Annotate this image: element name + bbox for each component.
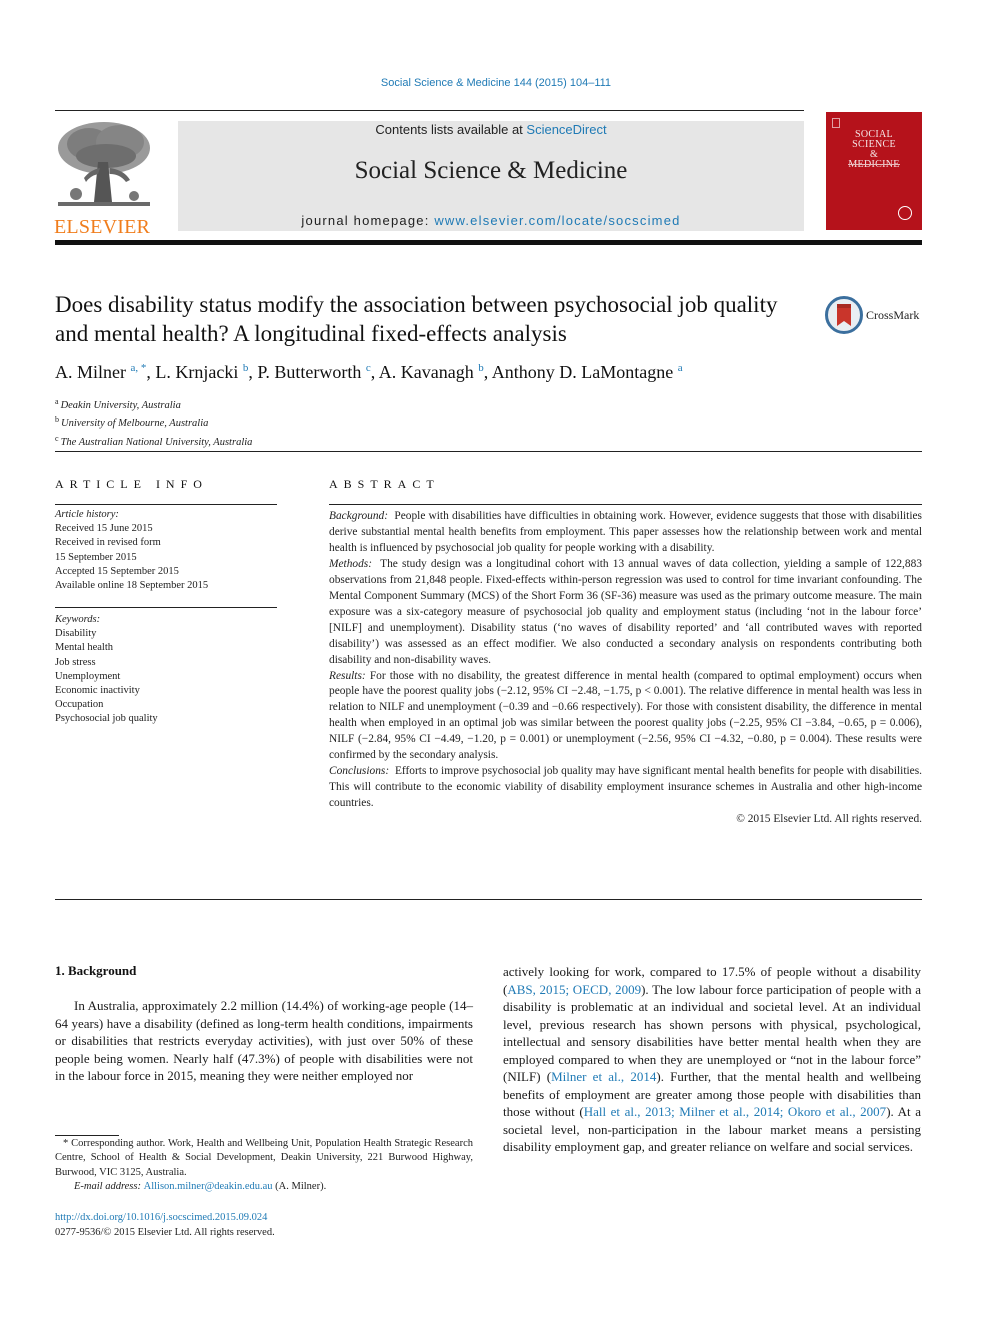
keyword: Psychosocial job quality [55, 713, 158, 725]
cover-seal-icon [898, 206, 912, 220]
article-history: Article history: Received 15 June 2015 R… [55, 508, 277, 593]
keyword: Disability [55, 628, 97, 640]
header-top-rule [55, 110, 804, 111]
abstract-copyright: © 2015 Elsevier Ltd. All rights reserved… [736, 813, 922, 826]
crossmark-label: CrossMark [866, 307, 920, 322]
doi-block: http://dx.doi.org/10.1016/j.socscimed.20… [55, 1210, 275, 1240]
affiliation: a Deakin University, Australia [55, 395, 252, 413]
email-line: E-mail address: Allison.milner@deakin.ed… [55, 1180, 473, 1194]
affiliation: b University of Melbourne, Australia [55, 413, 252, 431]
author-name[interactable]: A. Kavanagh [379, 362, 474, 382]
issn-copyright: 0277-9536/© 2015 Elsevier Ltd. All right… [55, 1227, 275, 1238]
footnote: * Corresponding author. Work, Health and… [55, 1137, 473, 1194]
abstract-results: Results: For those with no disability, t… [329, 669, 922, 765]
divider [329, 504, 922, 505]
abstract-section-text: Efforts to improve psychosocial job qual… [329, 765, 923, 810]
affiliation: c The Australian National University, Aus… [55, 432, 252, 450]
author-affil-mark[interactable]: a, * [131, 362, 147, 374]
elsevier-logo[interactable]: ELSEVIER [54, 118, 156, 238]
elsevier-tree-icon [58, 122, 150, 206]
journal-cover-thumbnail[interactable]: SOCIAL SCIENCE & MEDICINE [826, 112, 922, 230]
abstract-methods: Methods: The study design was a longitud… [329, 557, 922, 669]
abstract-section-label: Results: [329, 669, 366, 682]
journal-homepage-link[interactable]: www.elsevier.com/locate/socscimed [434, 213, 680, 228]
abstract-section-text: For those with no disability, the greate… [329, 669, 922, 762]
email-label: E-mail address: [74, 1180, 144, 1192]
affiliation-mark: a [55, 397, 59, 406]
sciencedirect-link[interactable]: ScienceDirect [526, 122, 606, 137]
citation-link[interactable]: Hall et al., 2013; Milner et al., 2014; … [584, 1104, 887, 1119]
history-label: Article history: [55, 509, 119, 520]
author-affil-mark[interactable]: a [678, 362, 683, 374]
affiliation-mark: c [55, 433, 59, 443]
journal-homepage-line: journal homepage: www.elsevier.com/locat… [178, 213, 804, 228]
keywords: Keywords: Disability Mental health Job s… [55, 613, 277, 727]
author-name[interactable]: Anthony D. LaMontagne [492, 362, 673, 382]
email-link[interactable]: Allison.milner@deakin.edu.au [144, 1181, 273, 1192]
article-info-heading: ARTICLE INFO [55, 477, 208, 491]
email-suffix: (A. Milner). [272, 1180, 327, 1192]
abstract-section-text: The study design was a longitudinal coho… [329, 557, 922, 666]
corresponding-author-note: * Corresponding author. Work, Health and… [55, 1138, 473, 1178]
history-item: Received in revised form [55, 537, 161, 549]
author-affil-mark[interactable]: b [478, 362, 484, 374]
doi-link[interactable]: http://dx.doi.org/10.1016/j.socscimed.20… [55, 1210, 275, 1225]
abstract-background: Background: People with disabilities hav… [329, 509, 922, 557]
keyword: Unemployment [55, 670, 121, 682]
abstract-section-label: Background: [329, 510, 389, 522]
keywords-label: Keywords: [55, 614, 101, 625]
abstract-body: Background: People with disabilities hav… [329, 509, 922, 828]
body-paragraph: In Australia, approximately 2.2 million … [55, 998, 473, 1083]
author-name[interactable]: L. Krnjacki [155, 362, 238, 382]
contents-available-line: Contents lists available at ScienceDirec… [178, 122, 804, 137]
abstract-heading: ABSTRACT [329, 477, 440, 491]
journal-banner: Contents lists available at ScienceDirec… [178, 121, 804, 231]
affiliation-text: The Australian National University, Aust… [60, 436, 253, 448]
body-paragraph-continued: actively looking for work, compared to 1… [503, 963, 921, 1156]
header-thick-rule [55, 240, 922, 245]
crossmark-badge[interactable]: CrossMark [825, 296, 919, 334]
affiliation-text: University of Melbourne, Australia [61, 418, 209, 430]
history-item: Accepted 15 September 2015 [55, 565, 179, 577]
divider [55, 451, 922, 452]
citation-link[interactable]: ABS, 2015; OECD, 2009 [507, 982, 641, 997]
keyword: Economic inactivity [55, 685, 140, 697]
crossmark-icon [825, 296, 863, 334]
keyword: Job stress [55, 656, 96, 668]
keyword: Mental health [55, 642, 114, 654]
journal-citation-link[interactable]: Social Science & Medicine 144 (2015) 104… [0, 77, 992, 89]
footnote-rule [55, 1135, 119, 1136]
abstract-conclusions: Conclusions: Efforts to improve psychoso… [329, 764, 922, 812]
abstract-section-label: Conclusions: [329, 765, 390, 778]
keyword: Occupation [55, 699, 104, 711]
citation-link[interactable]: Milner et al., 2014 [551, 1069, 656, 1084]
divider [55, 899, 922, 900]
journal-title: Social Science & Medicine [354, 157, 628, 184]
history-item: Received 15 June 2015 [55, 523, 153, 535]
abstract-section-text: People with disabilities have difficulti… [329, 510, 922, 554]
author-name[interactable]: A. Milner [55, 362, 126, 382]
abstract-section-label: Methods: [329, 557, 373, 570]
author-list: A. Milner a, *, L. Krnjacki b, P. Butter… [55, 362, 683, 382]
affiliations: a Deakin University, Australia b Universit… [55, 395, 252, 450]
cover-publisher-mark [832, 118, 840, 128]
author-affil-mark[interactable]: b [243, 362, 249, 374]
elsevier-wordmark: ELSEVIER [54, 216, 151, 238]
cover-divider [848, 164, 900, 165]
cover-title-line: MEDICINE [826, 160, 922, 170]
history-item: 15 September 2015 [55, 551, 137, 563]
article-title: Does disability status modify the associ… [55, 292, 778, 346]
affiliation-text: Deakin University, Australia [60, 400, 181, 411]
homepage-prefix: journal homepage: [301, 213, 435, 228]
contents-prefix: Contents lists available at [375, 122, 527, 137]
divider [55, 607, 277, 608]
author-affil-mark[interactable]: c [366, 362, 371, 374]
author-name[interactable]: P. Butterworth [257, 362, 361, 382]
divider [55, 504, 277, 505]
affiliation-mark: b [55, 415, 59, 425]
section-heading: 1. Background [55, 963, 137, 978]
history-item: Available online 18 September 2015 [55, 580, 209, 592]
